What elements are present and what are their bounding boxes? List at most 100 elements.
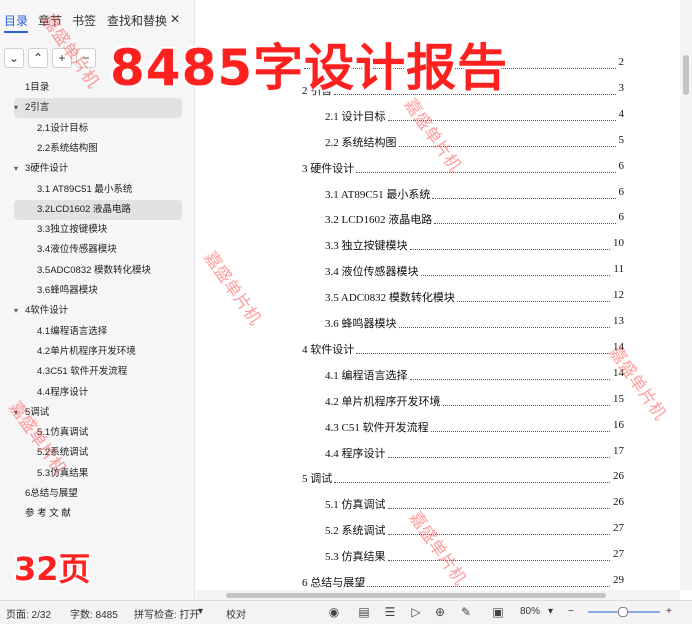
toc-entry[interactable]: 5.1 仿真调试 26	[325, 496, 624, 514]
toc-leader	[398, 315, 610, 328]
nav-tree-item[interactable]: 3.6蜂鸣器模块	[0, 281, 194, 301]
toc-entry-title: 4.3 C51 软件开发流程	[325, 421, 429, 434]
toc-leader	[367, 574, 610, 587]
toc-leader	[442, 393, 610, 406]
toc-entry[interactable]: 4.4 程序设计 17	[325, 445, 624, 463]
play-icon[interactable]: ▷	[408, 604, 424, 620]
nav-tree-item[interactable]: 5.3仿真结果	[0, 464, 194, 484]
pen-icon[interactable]: ✎	[458, 604, 474, 620]
proofread-button[interactable]: 校对	[226, 606, 246, 621]
toc-entry[interactable]: 4 软件设计 14	[302, 341, 624, 359]
toc-entry[interactable]: 4.2 单片机程序开发环境 15	[325, 393, 624, 411]
toc-entry[interactable]: 3.1 AT89C51 最小系统 6	[325, 186, 624, 204]
globe-icon[interactable]: ⊕	[432, 604, 448, 620]
chevron-down-icon[interactable]: ▾	[14, 159, 18, 179]
zoom-slider[interactable]	[588, 607, 660, 617]
nav-tree-item-label: 3.4液位传感器模块	[37, 244, 117, 256]
toc-entry-title: 3.3 独立按键模块	[325, 240, 408, 253]
toc-entry[interactable]: 3.4 液位传感器模块 11	[325, 263, 624, 281]
toc-entry[interactable]: 3.3 独立按键模块 10	[325, 237, 624, 255]
word-count[interactable]: 字数: 8485	[70, 606, 118, 621]
toc-leader	[409, 237, 610, 251]
nav-tree-item[interactable]: 参 考 文 献	[0, 504, 194, 524]
toc-entry[interactable]: 2.2 系统结构图 5	[325, 134, 624, 152]
toc-entry-page: 27	[613, 522, 624, 535]
toc-entry[interactable]: 2.1 设计目标 4	[325, 108, 624, 126]
toc-entry-title: 5.2 系统调试	[325, 525, 386, 538]
nav-tree-item[interactable]: 3.1 AT89C51 最小系统	[0, 180, 194, 200]
nav-tree-item[interactable]: 3.3独立按键模块	[0, 220, 194, 240]
scrollbar-thumb[interactable]	[683, 55, 689, 95]
toc-entry-title: 2.1 设计目标	[325, 110, 386, 123]
nav-tree-item[interactable]: ▾ 4软件设计	[0, 301, 194, 321]
zoom-slider-handle[interactable]	[618, 607, 628, 617]
promo-banner: 8485字设计报告	[110, 39, 509, 97]
nav-tree-item[interactable]: 3.4液位传感器模块	[0, 240, 194, 260]
nav-tree-item[interactable]: 4.1编程语言选择	[0, 322, 194, 342]
toc-entry-title: 3.2 LCD1602 液晶电路	[325, 214, 433, 227]
page-indicator[interactable]: 页面: 2/32	[6, 606, 51, 621]
scrollbar-thumb[interactable]	[226, 593, 606, 598]
spell-check-toggle[interactable]: 拼写检查: 打开	[134, 606, 200, 621]
zoom-in-button[interactable]: +	[666, 606, 672, 617]
outline-view-icon[interactable]: ☰	[382, 604, 398, 620]
toc-entry-title: 5 调试	[302, 473, 333, 486]
zoom-out-button[interactable]: −	[568, 606, 574, 617]
close-icon[interactable]: ✕	[170, 12, 180, 26]
nav-tree-item-label: 3.3独立按键模块	[37, 224, 108, 236]
toc-entry[interactable]: 4.1 编程语言选择 14	[325, 367, 624, 385]
toc-leader	[356, 341, 610, 354]
toc-entry[interactable]: 5 调试 26	[302, 470, 624, 488]
chevron-down-icon[interactable]: ▾	[14, 98, 18, 118]
chevron-down-icon[interactable]: ▾	[14, 301, 18, 321]
toc-leader	[387, 445, 610, 458]
toc-entry-title: 4.4 程序设计	[325, 447, 386, 460]
horizontal-scrollbar[interactable]	[196, 590, 680, 600]
toc-leader	[387, 548, 610, 562]
toc-entry[interactable]: 3.2 LCD1602 液晶电路 6	[325, 211, 624, 229]
nav-tree-item-label: 4.1编程语言选择	[37, 325, 108, 337]
toc-entry-title: 3.5 ADC0832 模数转化模块	[325, 292, 455, 305]
toc-entry-title: 5.1 仿真调试	[325, 499, 386, 512]
nav-tree-item[interactable]: 4.3C51 软件开发流程	[0, 362, 194, 382]
nav-tree-item[interactable]: 3.5ADC0832 模数转化模块	[0, 261, 194, 281]
nav-tree-item-label: 参 考 文 献	[25, 508, 71, 520]
nav-tree-item[interactable]: ▾ 3硬件设计	[0, 159, 194, 179]
fit-icon[interactable]: ▣	[490, 604, 506, 620]
nav-tree-item[interactable]: 6总结与展望	[0, 484, 194, 504]
nav-tree-item[interactable]: 5.2系统调试	[0, 443, 194, 463]
nav-tree-item-label: 4.4程序设计	[37, 386, 89, 398]
nav-tree-item-label: 3.1 AT89C51 最小系统	[37, 183, 133, 195]
nav-tree-item-label: 4软件设计	[25, 305, 69, 317]
toc-entry-page: 12	[613, 289, 624, 302]
toc-entry[interactable]: 3.6 蜂鸣器模块 13	[325, 315, 624, 333]
nav-tree-item[interactable]: 2.1设计目标	[0, 119, 194, 139]
toc-entry[interactable]: 5.3 仿真结果 27	[325, 548, 624, 566]
collapse-icon[interactable]: ⌃	[28, 48, 48, 68]
toc-entry[interactable]: 4.3 C51 软件开发流程 16	[325, 419, 624, 437]
tab-find-replace[interactable]: 查找和替换	[107, 12, 167, 29]
vertical-scrollbar[interactable]	[680, 0, 692, 590]
toc-entry-page: 26	[613, 470, 624, 483]
toc-entry[interactable]: 5.2 系统调试 27	[325, 522, 624, 540]
nav-tree-item[interactable]: 4.2单片机程序开发环境	[0, 342, 194, 362]
toc-entry-page: 15	[613, 392, 624, 405]
nav-tree-item[interactable]: 4.4程序设计	[0, 383, 194, 403]
zoom-dropdown-icon[interactable]: ▾	[548, 606, 553, 617]
toc-leader	[432, 186, 616, 199]
tab-toc[interactable]: 目录	[4, 12, 29, 33]
toc-entry-page: 16	[613, 418, 624, 431]
nav-tree-item[interactable]: 2.2系统结构图	[0, 139, 194, 159]
nav-tree-item-label: 2.2系统结构图	[37, 142, 98, 154]
nav-tree-item-label: 1目录	[25, 82, 50, 93]
page-view-icon[interactable]: ▤	[356, 604, 372, 620]
nav-tree-item[interactable]: 3.2LCD1602 液晶电路	[14, 199, 182, 220]
toc-entry-page: 2	[618, 56, 625, 68]
tab-bookmarks[interactable]: 书签	[72, 12, 96, 29]
nav-tree-item[interactable]: ▾ 2引言	[14, 98, 182, 119]
expand-icon[interactable]: ⌄	[4, 48, 24, 68]
eye-icon[interactable]: ◉	[326, 604, 342, 620]
zoom-level[interactable]: 80%	[520, 606, 540, 617]
toc-entry[interactable]: 3.5 ADC0832 模数转化模块 12	[325, 289, 624, 307]
toc-leader	[409, 367, 610, 380]
